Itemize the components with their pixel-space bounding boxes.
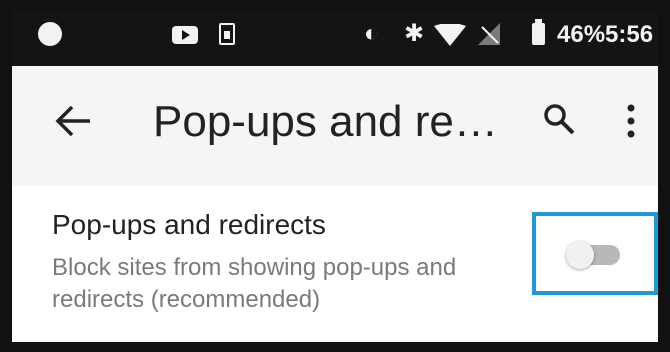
clock: 5:56: [605, 21, 654, 48]
settings-list: Pop-ups and redirects Block sites from s…: [12, 186, 658, 342]
battery-icon: [532, 19, 545, 45]
page-title: Pop-ups and re…: [153, 97, 498, 146]
record-icon: [38, 22, 62, 46]
status-bar: ◐ ✱ 46% 5:56: [12, 10, 658, 66]
app-toolbar: Pop-ups and re…: [12, 66, 658, 186]
sim-card-icon: [219, 23, 235, 45]
setting-description: Block sites from showing pop-ups and red…: [52, 254, 457, 313]
battery-percent: 46%: [557, 21, 606, 48]
bluetooth-icon: ✱: [404, 20, 425, 47]
toggle-highlight: [532, 212, 658, 295]
more-vert-icon[interactable]: [622, 104, 640, 138]
setting-title: Pop-ups and redirects: [52, 209, 326, 240]
device-frame: ◐ ✱ 46% 5:56 Pop-ups and re… Pop-ups and: [0, 0, 670, 352]
no-signal-icon: [478, 23, 500, 45]
wifi-icon: [434, 24, 466, 46]
youtube-icon: [172, 26, 198, 44]
popups-toggle-thumb[interactable]: [566, 241, 594, 269]
search-icon[interactable]: [542, 102, 576, 136]
back-arrow-icon[interactable]: [54, 101, 94, 141]
data-saver-icon: ◐: [364, 20, 379, 47]
